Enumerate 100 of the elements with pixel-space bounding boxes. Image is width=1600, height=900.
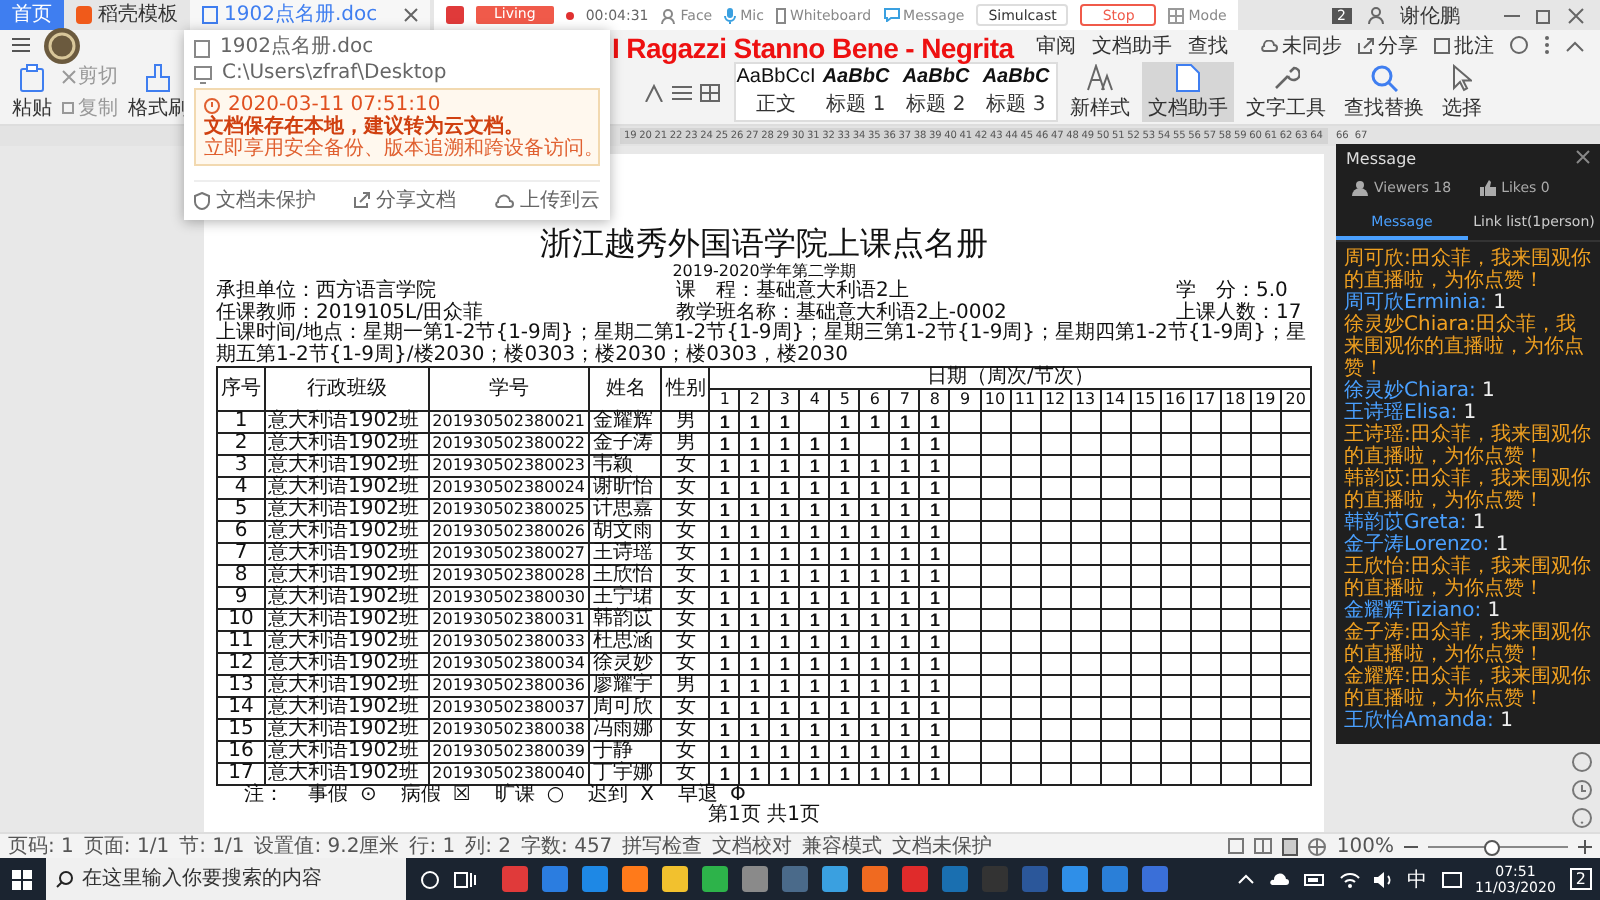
table-cell [1280, 631, 1311, 653]
table-cell: 1 [829, 521, 860, 543]
zoom-in-icon[interactable] [1578, 839, 1592, 853]
table-icon[interactable] [700, 83, 720, 101]
status-button[interactable]: 兼容模式 [802, 832, 883, 860]
date-header: 18 [1220, 389, 1251, 411]
table-cell: 1 [217, 411, 266, 433]
speaker-icon[interactable] [1373, 871, 1394, 887]
style-option[interactable]: AaBbC 标题 1 [816, 64, 896, 120]
table-cell [1100, 653, 1131, 675]
popup-action[interactable]: 上传到云 [494, 186, 600, 214]
table-cell [949, 433, 980, 455]
collapse-icon[interactable] [1566, 39, 1584, 51]
ribbon-tool-button[interactable]: 选择 [1436, 62, 1488, 122]
slider-thumb[interactable] [1483, 839, 1499, 855]
legend-label: 迟到 [588, 786, 629, 806]
document-tab[interactable]: 首页 [0, 0, 64, 30]
style-option[interactable]: AaBbCcI 正文 [736, 64, 816, 120]
cloud-icon[interactable] [1267, 872, 1290, 886]
notification-button[interactable]: 2 [1569, 868, 1592, 890]
table-cell [980, 543, 1011, 565]
status-button[interactable]: 文档未保护 [892, 832, 993, 860]
close-icon[interactable] [1576, 150, 1590, 164]
date-header: 13 [1070, 389, 1101, 411]
search-field[interactable]: 在这里输入你要搜索的内容 [46, 858, 406, 900]
windows-start-icon[interactable] [12, 869, 32, 889]
book-icon[interactable] [1254, 838, 1273, 854]
document-tab[interactable]: 1902点名册.doc [190, 0, 430, 30]
text-size-icon[interactable] [644, 83, 664, 101]
popup-action[interactable]: 文档未保护 [194, 186, 316, 214]
wifi-icon[interactable] [1339, 871, 1360, 887]
table-cell: 女 [661, 543, 710, 565]
table-cell: 女 [661, 565, 710, 587]
table-cell: 201930502380025 [429, 499, 590, 521]
table-cell [1160, 565, 1191, 587]
column-header: 姓名 [589, 367, 662, 411]
input-method[interactable]: 中 [1407, 865, 1428, 893]
table-cell: 1 [889, 719, 920, 741]
popup-action[interactable]: 分享文档 [354, 186, 456, 214]
table-cell [1100, 719, 1131, 741]
zoom-level[interactable]: 100% [1336, 835, 1394, 857]
menu-action[interactable]: 分享 [1358, 31, 1418, 59]
table-cell: 意大利语1902班 [265, 741, 430, 763]
battery-icon[interactable] [1303, 873, 1326, 885]
table-cell [1190, 521, 1221, 543]
list-icon[interactable] [672, 83, 692, 101]
chevron-up-icon[interactable] [1237, 874, 1254, 884]
keyboard-icon[interactable] [1441, 871, 1462, 887]
table-cell: 1 [709, 477, 740, 499]
table-cell: 201930502380028 [429, 565, 590, 587]
restore-icon[interactable] [1536, 7, 1552, 23]
status-button[interactable]: 拼写检查 [622, 832, 703, 860]
table-cell: 201930502380031 [429, 609, 590, 631]
table-cell: 1 [919, 741, 950, 763]
table-cell [1130, 433, 1161, 455]
user-icon [1368, 6, 1384, 24]
menu-tab[interactable]: 查找 [1188, 31, 1228, 59]
table-cell [1040, 763, 1071, 785]
table-cell [980, 697, 1011, 719]
table-cell: 1 [919, 653, 950, 675]
style-option[interactable]: AaBbC 标题 3 [976, 64, 1056, 120]
table-cell [980, 411, 1011, 433]
copy-icon [62, 101, 76, 115]
user-name[interactable]: 谢伦鹏 [1400, 1, 1460, 29]
ribbon-tool-button[interactable]: 文字工具 [1240, 62, 1332, 122]
close-icon[interactable] [404, 8, 418, 22]
table-cell [1250, 499, 1281, 521]
table-cell: 1 [799, 499, 830, 521]
menu-tab[interactable]: 文档助手 [1092, 31, 1172, 59]
fullscreen-icon[interactable] [1228, 838, 1245, 854]
menu-action[interactable]: 未同步 [1260, 31, 1342, 59]
table-cell [1190, 631, 1221, 653]
close-icon[interactable] [1568, 7, 1584, 23]
table-cell: 1 [769, 653, 800, 675]
table-cell: 1 [769, 609, 800, 631]
menu-tab[interactable]: 审阅 [1036, 31, 1076, 59]
table-cell [1130, 763, 1161, 785]
ribbon-tool-button[interactable]: 文档助手 [1142, 62, 1234, 122]
table-cell [1190, 719, 1221, 741]
table-cell: 男 [661, 433, 710, 455]
menu-action[interactable]: 批注 [1434, 31, 1494, 59]
page-view-icon[interactable] [1282, 837, 1299, 855]
table-cell: 1 [799, 543, 830, 565]
ribbon-tool-button[interactable]: 新样式 [1064, 62, 1136, 122]
paste-button[interactable]: 粘贴 [8, 63, 56, 121]
table-cell: 1 [829, 587, 860, 609]
menu-icon[interactable] [12, 38, 30, 52]
globe-icon[interactable] [1308, 837, 1327, 855]
table-cell: 1 [739, 719, 770, 741]
more-icon[interactable] [1544, 36, 1550, 54]
task-view-icon[interactable] [454, 869, 476, 889]
table-cell: 1 [769, 719, 800, 741]
style-option[interactable]: AaBbC 标题 2 [896, 64, 976, 120]
status-button[interactable]: 文档校对 [712, 832, 793, 860]
history-icon[interactable] [1572, 780, 1592, 800]
table-cell: 1 [829, 411, 860, 433]
ribbon-tool-button[interactable]: 查找替换 [1338, 62, 1430, 122]
table-cell [1070, 631, 1101, 653]
legend-label: 注： [244, 786, 284, 806]
circle-icon[interactable] [420, 869, 440, 889]
